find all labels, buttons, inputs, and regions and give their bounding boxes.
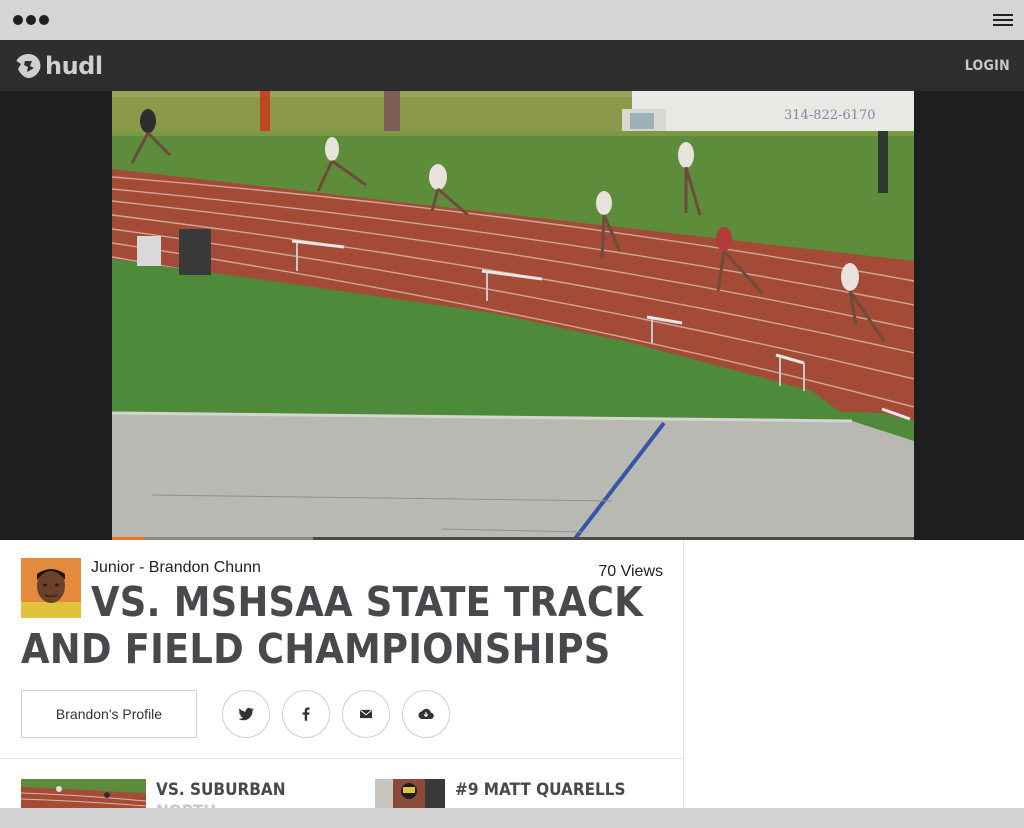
- track-scene-image: 314-822-6170: [112, 91, 914, 540]
- site-header: hudl LOGIN: [0, 40, 1024, 91]
- window-dots: [13, 15, 49, 25]
- window-dot-icon: [39, 15, 49, 25]
- email-icon: [360, 709, 372, 719]
- related-video-item[interactable]: #9 MATT QUARELLS: [375, 779, 626, 808]
- athlete-label[interactable]: Junior - Brandon Chunn: [91, 559, 261, 577]
- video-player[interactable]: 314-822-6170: [0, 91, 1024, 540]
- section-divider: [0, 758, 684, 759]
- related-video-title[interactable]: VS. SUBURBAN: [156, 779, 286, 801]
- browser-chrome: [0, 0, 1024, 40]
- highlight-details: Junior - Brandon Chunn 70 Views VS. MSHS…: [0, 540, 1024, 822]
- logo-text: hudl: [45, 52, 103, 80]
- window-dot-icon: [26, 15, 36, 25]
- download-button[interactable]: [402, 690, 450, 738]
- twitter-icon: [238, 707, 255, 721]
- related-video-title[interactable]: #9 MATT QUARELLS: [455, 779, 626, 801]
- highlight-title: VS. MSHSAA STATE TRACK AND FIELD CHAMPIO…: [21, 578, 643, 673]
- login-link[interactable]: LOGIN: [965, 58, 1010, 74]
- share-facebook-button[interactable]: [282, 690, 330, 738]
- related-video-thumbnail[interactable]: [375, 779, 445, 808]
- facebook-icon: [302, 707, 310, 721]
- truck-text: 314-822-6170: [784, 108, 876, 123]
- highlight-info-panel: Junior - Brandon Chunn 70 Views VS. MSHS…: [0, 540, 684, 822]
- window-dot-icon: [13, 15, 23, 25]
- download-icon: [418, 708, 434, 720]
- hamburger-menu-icon[interactable]: [993, 14, 1013, 26]
- related-video-thumbnail[interactable]: [21, 779, 146, 808]
- hudl-logo[interactable]: hudl: [15, 53, 103, 79]
- share-email-button[interactable]: [342, 690, 390, 738]
- share-twitter-button[interactable]: [222, 690, 270, 738]
- browser-bottom-bar: [0, 808, 1024, 828]
- hudl-logo-icon: [16, 54, 41, 78]
- video-frame[interactable]: 314-822-6170: [112, 91, 914, 540]
- profile-button[interactable]: Brandon's Profile: [21, 690, 197, 738]
